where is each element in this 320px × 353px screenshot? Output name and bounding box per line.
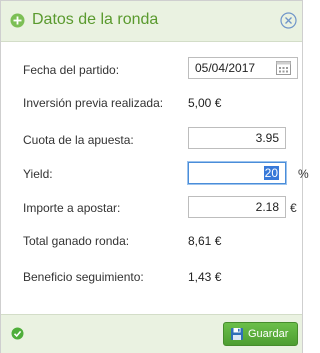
save-button[interactable]: Guardar	[223, 322, 298, 346]
yield-selected-value: 20	[263, 166, 279, 180]
dialog-title: Datos de la ronda	[32, 11, 159, 28]
tracking-profit-value: 1,43 €	[188, 270, 222, 284]
yield-label: Yield:	[23, 167, 53, 181]
odds-field[interactable]	[188, 127, 286, 149]
previous-investment-value: 5,00 €	[188, 96, 222, 110]
stake-euro-suffix: €	[290, 201, 297, 215]
match-date-label: Fecha del partido:	[23, 63, 120, 77]
round-data-dialog: Datos de la ronda Fecha del partido: Inv…	[0, 0, 309, 353]
close-circle-icon[interactable]	[280, 12, 297, 29]
odds-label: Cuota de la apuesta:	[23, 133, 134, 147]
save-button-label: Guardar	[248, 328, 289, 340]
yield-field[interactable]: 20	[188, 162, 286, 184]
previous-investment-label: Inversión previa realizada:	[23, 96, 164, 110]
dialog-footer: Guardar	[1, 314, 302, 353]
stake-label: Importe a apostar:	[23, 201, 121, 215]
calendar-icon[interactable]	[275, 59, 292, 76]
circle-plus-icon	[10, 13, 25, 28]
stake-field[interactable]	[188, 196, 286, 218]
tracking-profit-label: Beneficio seguimiento:	[23, 270, 144, 284]
check-circle-icon	[11, 327, 24, 340]
round-total-value: 8,61 €	[188, 234, 222, 248]
floppy-disk-icon	[231, 328, 243, 340]
dialog-header: Datos de la ronda	[1, 1, 302, 42]
yield-percent-suffix: %	[298, 167, 309, 181]
round-total-label: Total ganado ronda:	[23, 234, 130, 248]
